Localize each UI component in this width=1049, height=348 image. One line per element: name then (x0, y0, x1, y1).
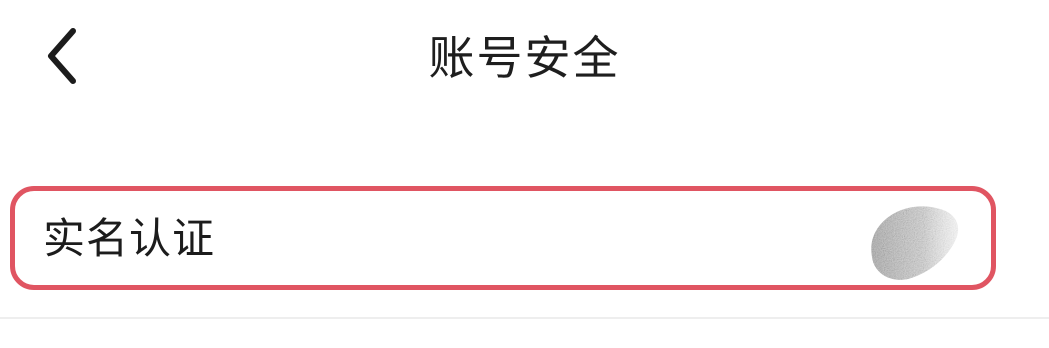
row-label: 实名认证 (43, 214, 216, 263)
redacted-value (871, 206, 959, 280)
settings-row-real-name-verification[interactable]: 实名认证 (10, 186, 996, 290)
divider (0, 317, 1049, 319)
page-title: 账号安全 (428, 31, 621, 85)
nav-bar: 账号安全 (0, 0, 1049, 120)
